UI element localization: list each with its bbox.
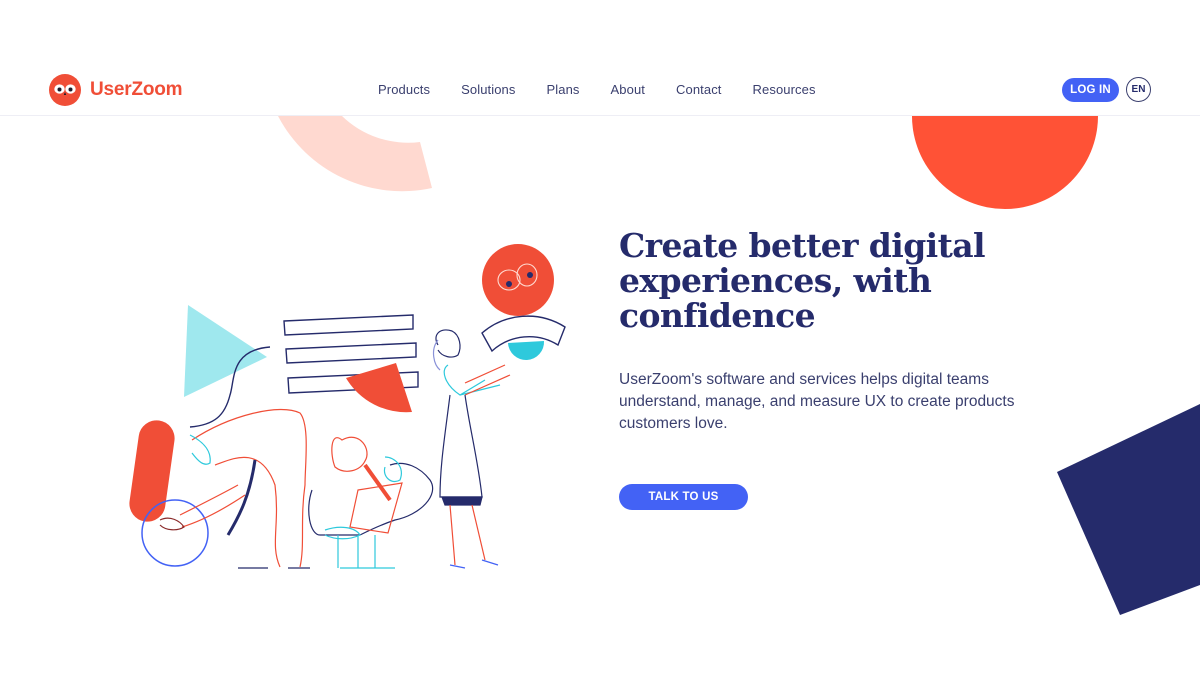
login-button[interactable]: LOG IN	[1062, 78, 1119, 102]
hero-description: UserZoom's software and services helps d…	[619, 371, 1015, 432]
decorative-peach-arc	[278, 116, 432, 192]
nav-item-plans[interactable]: Plans	[547, 82, 580, 97]
talk-to-us-button[interactable]: TALK TO US	[619, 484, 748, 510]
brand-name: UserZoom	[90, 79, 183, 100]
blue-ring-shape	[141, 499, 209, 567]
woman-with-clipboard-figure	[308, 436, 434, 569]
cyan-triangle-shape	[184, 305, 267, 397]
red-quarter-shape	[346, 363, 412, 413]
decorative-navy-square	[1057, 404, 1200, 615]
nav-item-products[interactable]: Products	[378, 82, 430, 97]
nav-item-solutions[interactable]: Solutions	[461, 82, 515, 97]
nav-item-resources[interactable]: Resources	[753, 82, 816, 97]
main-nav: Products Solutions Plans About Contact R…	[378, 82, 847, 97]
site-header: UserZoom Products Solutions Plans About …	[0, 60, 1200, 116]
owl-icon	[49, 74, 81, 106]
language-selector[interactable]: EN	[1126, 77, 1151, 102]
nav-item-about[interactable]: About	[611, 82, 645, 97]
decorative-red-semicircle	[912, 116, 1098, 209]
logo-link[interactable]: UserZoom	[49, 74, 183, 106]
bending-man-figure	[159, 408, 310, 569]
red-pill-shape	[129, 420, 175, 522]
hero-title: Create better digital experiences, with …	[619, 226, 986, 335]
standing-woman-figure	[432, 329, 511, 569]
teal-bowl-shape	[508, 341, 545, 361]
team-collaboration-illustration	[129, 244, 566, 569]
nav-item-contact[interactable]: Contact	[676, 82, 722, 97]
